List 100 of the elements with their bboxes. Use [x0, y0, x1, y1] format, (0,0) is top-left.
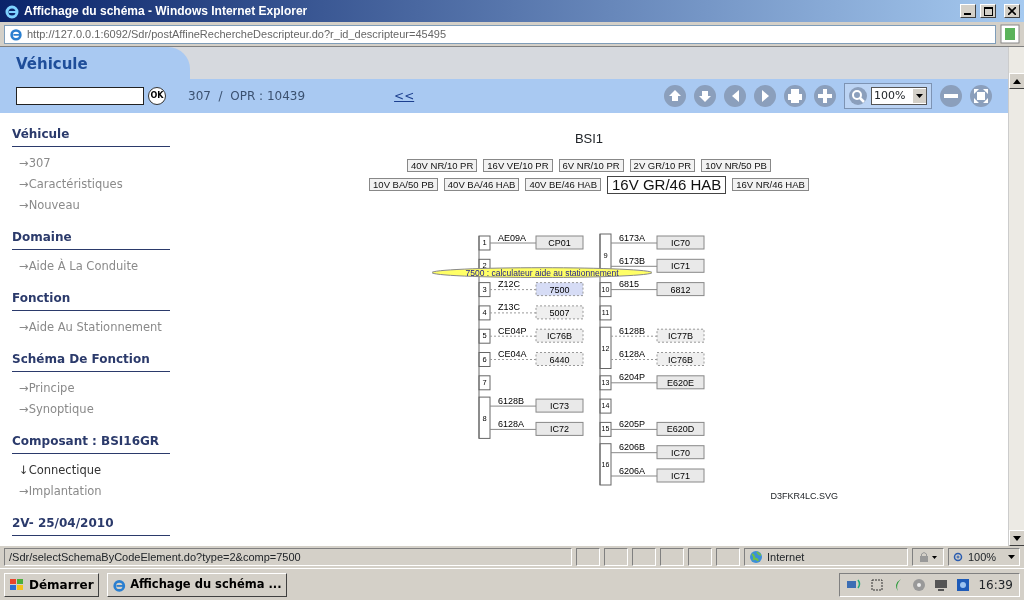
variant-tag[interactable]: 2V GR/10 PR: [629, 158, 696, 172]
sidebar-link[interactable]: →Caractéristiques: [12, 174, 190, 195]
status-panel: [660, 548, 684, 566]
variant-tag[interactable]: 40V BA/46 HAB: [443, 178, 520, 191]
sidebar-link[interactable]: →Aide À La Conduite: [12, 256, 190, 277]
variant-tag[interactable]: 10V BA/50 PB: [369, 178, 438, 191]
variant-tag[interactable]: 16V NR/46 HAB: [732, 178, 809, 191]
wire-label: 6128A: [498, 418, 525, 429]
zoom-select[interactable]: 100%: [871, 87, 927, 105]
variant-tag[interactable]: 40V NR/10 PR: [407, 158, 478, 172]
next-button[interactable]: [754, 85, 776, 107]
component-box[interactable]: E620D: [656, 421, 705, 436]
sidebar-link[interactable]: →Synoptique: [12, 399, 190, 420]
component-box[interactable]: IC76B: [656, 351, 705, 366]
variant-tag[interactable]: 6V NR/10 PR: [558, 158, 624, 172]
variant-tag[interactable]: 16V GR/46 HAB: [607, 175, 727, 194]
sidebar-link[interactable]: ↓Connectique: [12, 460, 190, 481]
component-box[interactable]: 5007: [535, 304, 584, 319]
window-title: Affichage du schéma - Windows Internet Explorer: [24, 3, 309, 20]
security-zone: Internet: [767, 549, 805, 565]
component-box[interactable]: IC71: [656, 258, 705, 273]
zoom-menu[interactable]: 100%: [948, 548, 1020, 566]
wire: [489, 288, 537, 290]
taskbar-button[interactable]: Affichage du schéma ...: [106, 572, 287, 597]
scrollbar[interactable]: [1008, 47, 1024, 546]
globe-icon: [749, 550, 763, 564]
status-panel: [716, 548, 740, 566]
status-panel: [604, 548, 628, 566]
close-button[interactable]: [1004, 4, 1020, 18]
start-button[interactable]: Démarrer: [4, 572, 99, 597]
wire: [610, 242, 658, 243]
disc-icon[interactable]: [912, 577, 927, 592]
status-panel: [688, 548, 712, 566]
wire: [610, 335, 658, 337]
plus-icon: [818, 89, 832, 103]
component-box[interactable]: CP01: [535, 235, 584, 249]
wire: [489, 405, 537, 407]
sidebar-link[interactable]: →Principe: [12, 378, 190, 399]
move-down-button[interactable]: [694, 85, 716, 107]
compatibility-icon[interactable]: [1000, 24, 1020, 44]
sidebar-link[interactable]: →Implantation: [12, 481, 190, 502]
caret-icon: [913, 89, 926, 103]
component-box[interactable]: IC77B: [656, 328, 705, 343]
lock-icon: [917, 551, 939, 563]
back-link[interactable]: <<: [394, 87, 415, 105]
component-box[interactable]: IC70: [656, 444, 705, 459]
component-box[interactable]: IC71: [656, 468, 705, 482]
zoom-in-button[interactable]: [814, 85, 836, 107]
section-heading: Domaine: [12, 228, 170, 250]
component-box[interactable]: IC70: [656, 235, 705, 249]
wire-label: Z12C: [498, 278, 520, 289]
zoom-out-button[interactable]: [940, 85, 962, 107]
wire: [610, 288, 658, 290]
previous-button[interactable]: [724, 85, 746, 107]
shield-icon[interactable]: [956, 577, 971, 592]
wire-label: 6204P: [619, 371, 646, 382]
app-tab[interactable]: Véhicule: [0, 47, 190, 79]
component-box[interactable]: 6812: [656, 281, 705, 296]
wire: [610, 475, 658, 476]
move-up-button[interactable]: [664, 85, 686, 107]
up-arrow-icon: [668, 89, 682, 103]
component-box[interactable]: IC73: [535, 398, 584, 413]
diagram-title: BSI1: [574, 130, 604, 148]
component-box[interactable]: 7500: [535, 281, 584, 296]
wire: [489, 242, 537, 243]
minimize-button[interactable]: [960, 4, 976, 18]
zoom-tool-button[interactable]: [849, 87, 867, 105]
variant-tag[interactable]: 10V NR/50 PB: [701, 158, 771, 172]
wire: [610, 358, 658, 360]
wire-label: 6206B: [619, 441, 646, 452]
caret-icon: [1008, 555, 1015, 559]
ok-button[interactable]: OK: [148, 87, 166, 105]
component-box[interactable]: 6440: [535, 351, 584, 366]
wire: [489, 311, 537, 313]
component-box[interactable]: IC76B: [535, 328, 584, 343]
wire: [610, 428, 658, 430]
right-arrow-icon: [761, 90, 769, 102]
print-button[interactable]: [784, 85, 806, 107]
clock: 16:39: [978, 576, 1013, 594]
component-box[interactable]: E620E: [656, 374, 705, 389]
sidebar-link[interactable]: →Aide Au Stationnement: [12, 317, 190, 338]
wire-label: CE04A: [498, 348, 527, 359]
wire: [610, 265, 658, 267]
maximize-button[interactable]: [980, 4, 996, 18]
protected-mode-menu[interactable]: [912, 548, 944, 566]
component-box[interactable]: IC72: [535, 421, 584, 436]
variant-tag[interactable]: 16V VE/10 PR: [483, 158, 553, 172]
device-icon[interactable]: [870, 577, 885, 592]
wire-label: 6206A: [619, 465, 646, 475]
fit-screen-button[interactable]: [970, 85, 992, 107]
address-field[interactable]: http://127.0.0.1:6092/Sdr/postAffineRechercheDescripteur.do?r_id_descripteur=45495: [4, 24, 996, 44]
close-icon: [1008, 7, 1016, 15]
section-heading: Véhicule: [12, 125, 170, 147]
sidebar-link[interactable]: →307: [12, 153, 190, 174]
page-icon: [9, 27, 23, 41]
variant-tag[interactable]: 40V BE/46 HAB: [525, 178, 602, 191]
search-field[interactable]: [16, 87, 144, 105]
sidebar-link[interactable]: →Nouveau: [12, 195, 190, 216]
monitor-icon[interactable]: [934, 577, 949, 592]
file-name: D3FKR4LC.SVG: [770, 489, 838, 503]
